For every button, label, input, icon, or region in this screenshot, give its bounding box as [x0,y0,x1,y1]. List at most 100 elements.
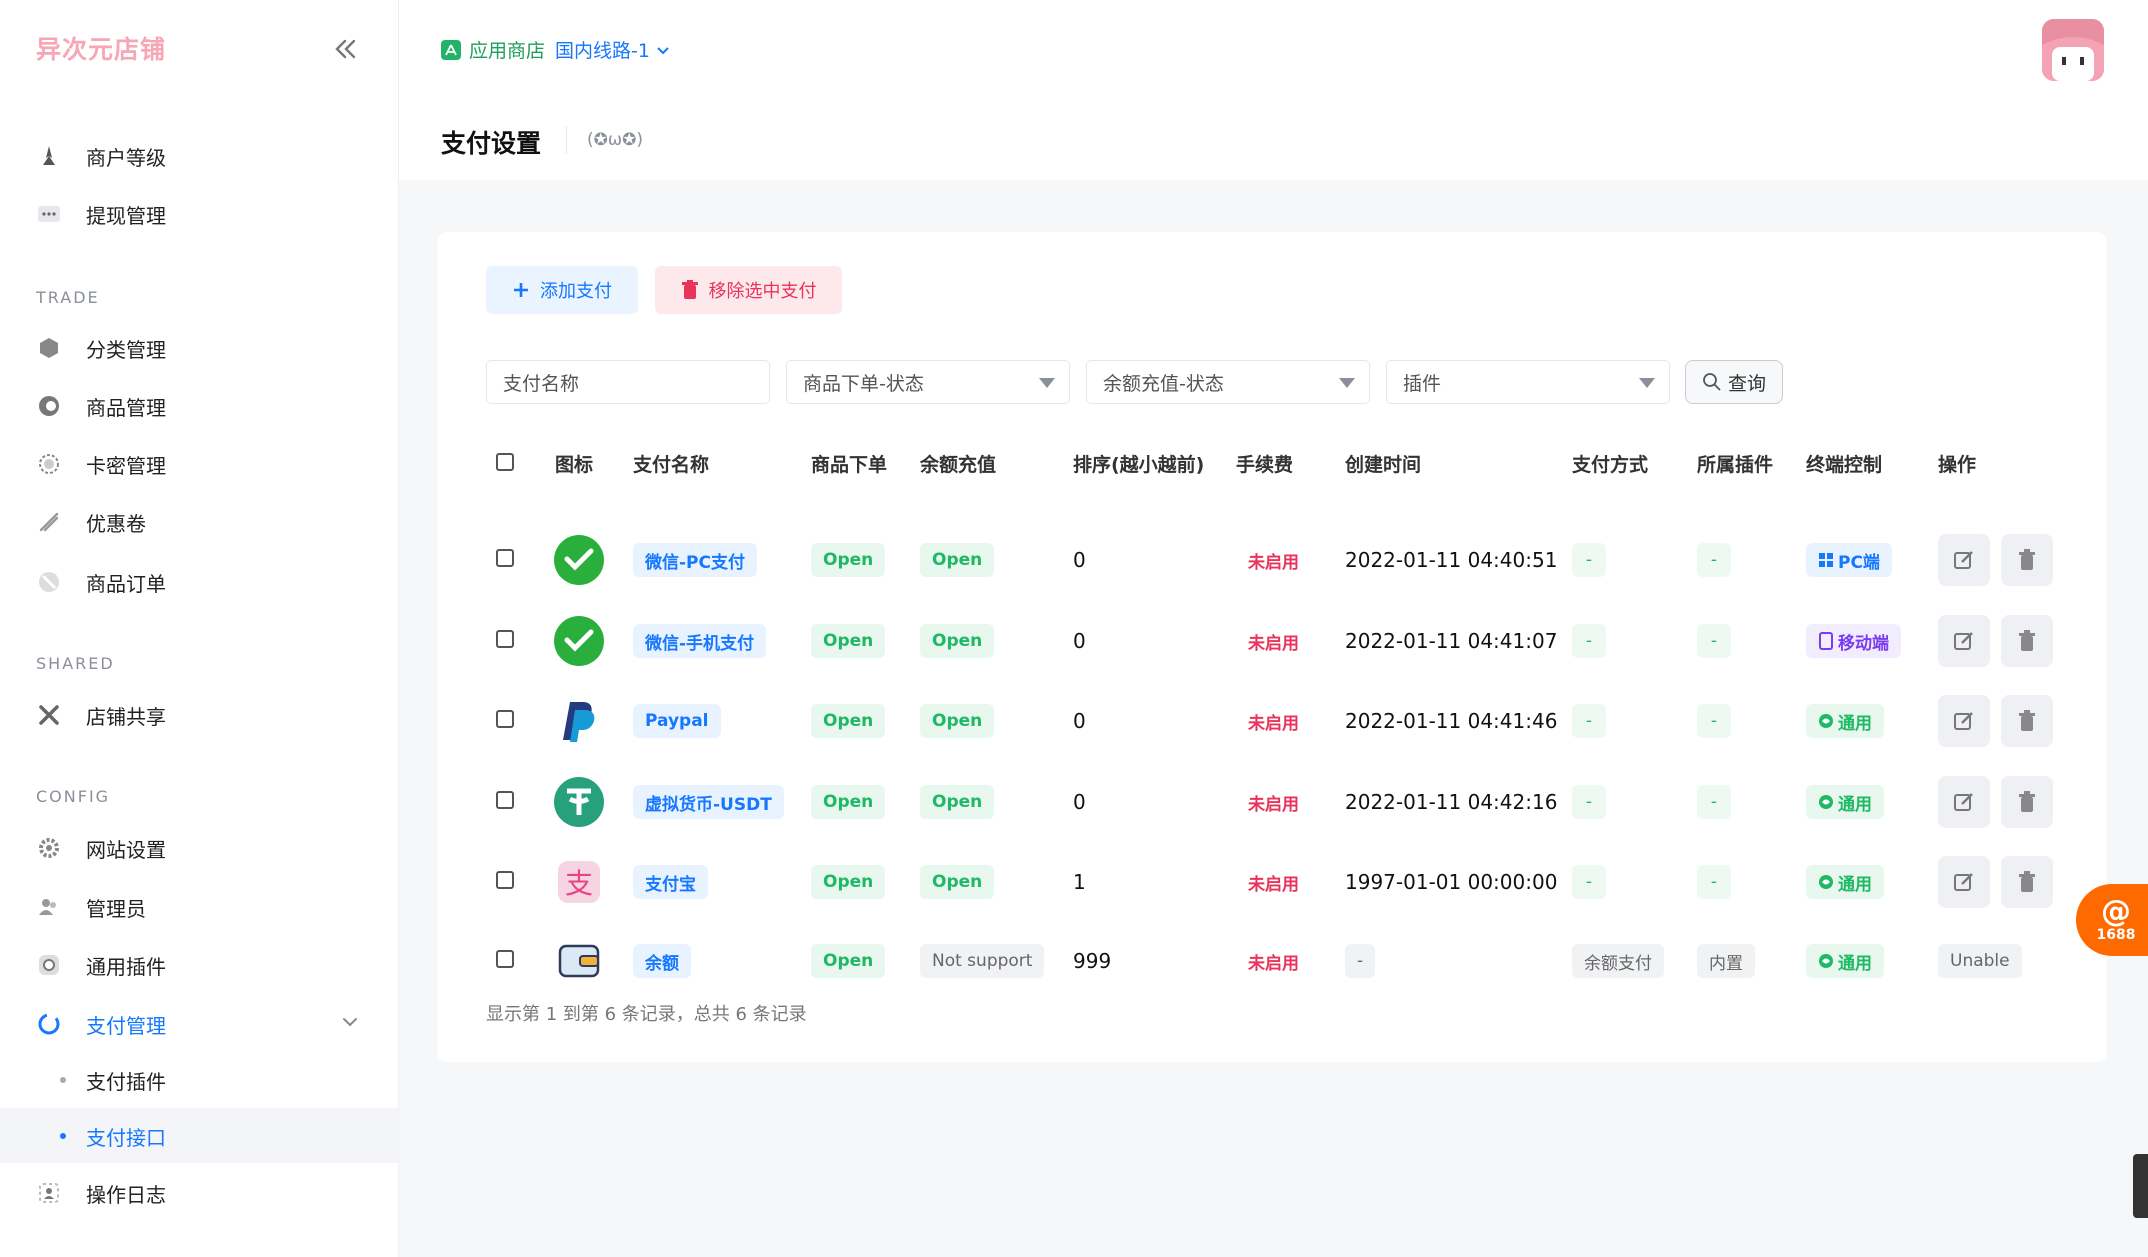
row-checkbox[interactable] [496,710,514,728]
paypal-icon [554,696,604,746]
unable-badge: Unable [1938,944,2022,978]
fee-status: 未启用 [1248,713,1299,734]
wechat-icon [554,616,604,666]
plugin-name: - [1697,624,1731,658]
sidebar-item-card-secret[interactable]: 卡密管理 [36,444,166,484]
delete-button[interactable] [2001,695,2053,747]
payment-method: - [1572,543,1606,577]
table-row: Paypal Open Open 0 未启用 2022-01-11 04:41:46- - 通… [0,691,2148,771]
payment-name-input[interactable]: 支付名称 [486,360,770,404]
delete-button[interactable] [2001,534,2053,586]
delete-button[interactable] [2001,615,2053,667]
fee-status: 未启用 [1248,552,1299,573]
sidebar-item-label: 卡密管理 [86,453,166,478]
remove-selected-payment-button[interactable]: 移除选中支付 [655,266,842,314]
order-status-value: 商品下单-状态 [803,372,924,395]
terminal-badge: 通用 [1806,785,1884,819]
top-header: 应用商店 国内线路-1 [399,0,2148,99]
sidebar-subitem-label: 支付接口 [86,1125,166,1150]
sidebar-item-operation-log[interactable]: 操作日志 [36,1173,166,1213]
fee-status: 未启用 [1248,633,1299,654]
fee-status: 未启用 [1248,794,1299,815]
sidebar-item-withdraw[interactable]: 提现管理 [36,194,166,234]
column-header-plugin: 所属插件 [1697,454,1774,476]
row-checkbox[interactable] [496,871,514,889]
delete-button[interactable] [2001,856,2053,908]
sidebar-subitem-payment-api[interactable]: 支付接口 [60,1116,166,1156]
order-status-badge: Open [811,865,886,899]
bullet-icon [60,1133,66,1139]
plugin-select[interactable]: 插件 [1386,360,1670,404]
order-status-badge: Open [811,944,886,978]
terminal-badge: 通用 [1806,704,1884,738]
sidebar-item-product[interactable]: 商品管理 [36,386,166,426]
general-terminal-icon [1818,874,1834,890]
trash-icon [681,280,699,300]
delete-button[interactable] [2001,776,2053,828]
payment-name-placeholder: 支付名称 [503,372,580,395]
fee-status: 未启用 [1248,953,1299,974]
order-status-badge: Open [811,785,886,819]
created-time: 2022-01-11 04:41:46 [1345,709,1558,733]
edit-button[interactable] [1938,534,1990,586]
mobile-terminal-icon [1818,632,1834,650]
chevron-down-icon[interactable] [340,1012,360,1036]
terminal-label: 通用 [1838,874,1872,895]
select-all-checkbox[interactable] [496,453,514,471]
dots-icon [36,201,62,227]
column-header-icon: 图标 [555,454,594,476]
edit-button[interactable] [1938,615,1990,667]
edit-button[interactable] [1938,695,1990,747]
payment-name-link[interactable]: 虚拟货币-USDT [633,785,784,819]
app-store-label: 应用商店 [469,40,546,62]
side-scroll-handle[interactable] [2133,1154,2148,1218]
route-selector[interactable]: 国内线路-1 [555,36,650,63]
sidebar-item-merchant-level[interactable]: 商户等级 [36,136,166,176]
query-button[interactable]: 查询 [1685,360,1783,404]
row-checkbox[interactable] [496,950,514,968]
payment-name-link[interactable]: 支付宝 [633,865,708,899]
created-time: 2022-01-11 04:42:16 [1345,790,1558,814]
add-payment-button[interactable]: 添加支付 [486,266,638,314]
terminal-badge: 通用 [1806,944,1884,978]
search-icon [1702,372,1722,392]
row-checkbox[interactable] [496,549,514,567]
payment-name-link[interactable]: 微信-PC支付 [633,543,757,577]
sidebar-item-label: 商品管理 [86,395,166,420]
created-time: 2022-01-11 04:40:51 [1345,548,1558,572]
payment-name-link[interactable]: 余额 [633,944,691,978]
rocket-icon [36,143,62,169]
sort-value: 1 [1073,870,1086,894]
edit-icon [1954,712,1973,730]
brand-logo[interactable]: 异次元店铺 [36,30,166,66]
plugin-name: 内置 [1697,944,1755,978]
app-store-link[interactable]: 应用商店 国内线路-1 [441,36,670,63]
edit-button[interactable] [1938,776,1990,828]
wallet-icon [554,936,604,986]
payment-name-link[interactable]: Paypal [633,704,721,738]
recharge-status-select[interactable]: 余额充值-状态 [1086,360,1370,404]
row-checkbox[interactable] [496,791,514,809]
float-1688-badge[interactable]: @ 1688 [2076,884,2148,956]
plugin-name: - [1697,785,1731,819]
collapse-sidebar-icon[interactable] [328,32,362,66]
recharge-status-badge: Open [920,865,995,899]
sidebar-subitem-payment-plugin[interactable]: 支付插件 [60,1060,166,1100]
payment-name-link[interactable]: 微信-手机支付 [633,624,767,658]
column-header-name: 支付名称 [633,454,710,476]
general-terminal-icon [1818,713,1834,729]
trash-icon [2019,791,2035,812]
avatar[interactable] [2042,19,2104,81]
edit-icon [1954,632,1973,650]
sidebar-item-label: 提现管理 [86,203,166,228]
general-terminal-icon [1818,794,1834,810]
column-header-actions: 操作 [1938,454,1977,476]
row-checkbox[interactable] [496,630,514,648]
order-status-select[interactable]: 商品下单-状态 [786,360,1070,404]
edit-button[interactable] [1938,856,1990,908]
payment-method: - [1572,865,1606,899]
table-row: 支支付宝 Open Open 1 未启用 1997-01-01 00:00:00- - 通用 [0,852,2148,932]
pc-terminal-icon [1818,552,1834,568]
trash-icon [2019,871,2035,892]
sidebar-item-category[interactable]: 分类管理 [36,328,166,368]
